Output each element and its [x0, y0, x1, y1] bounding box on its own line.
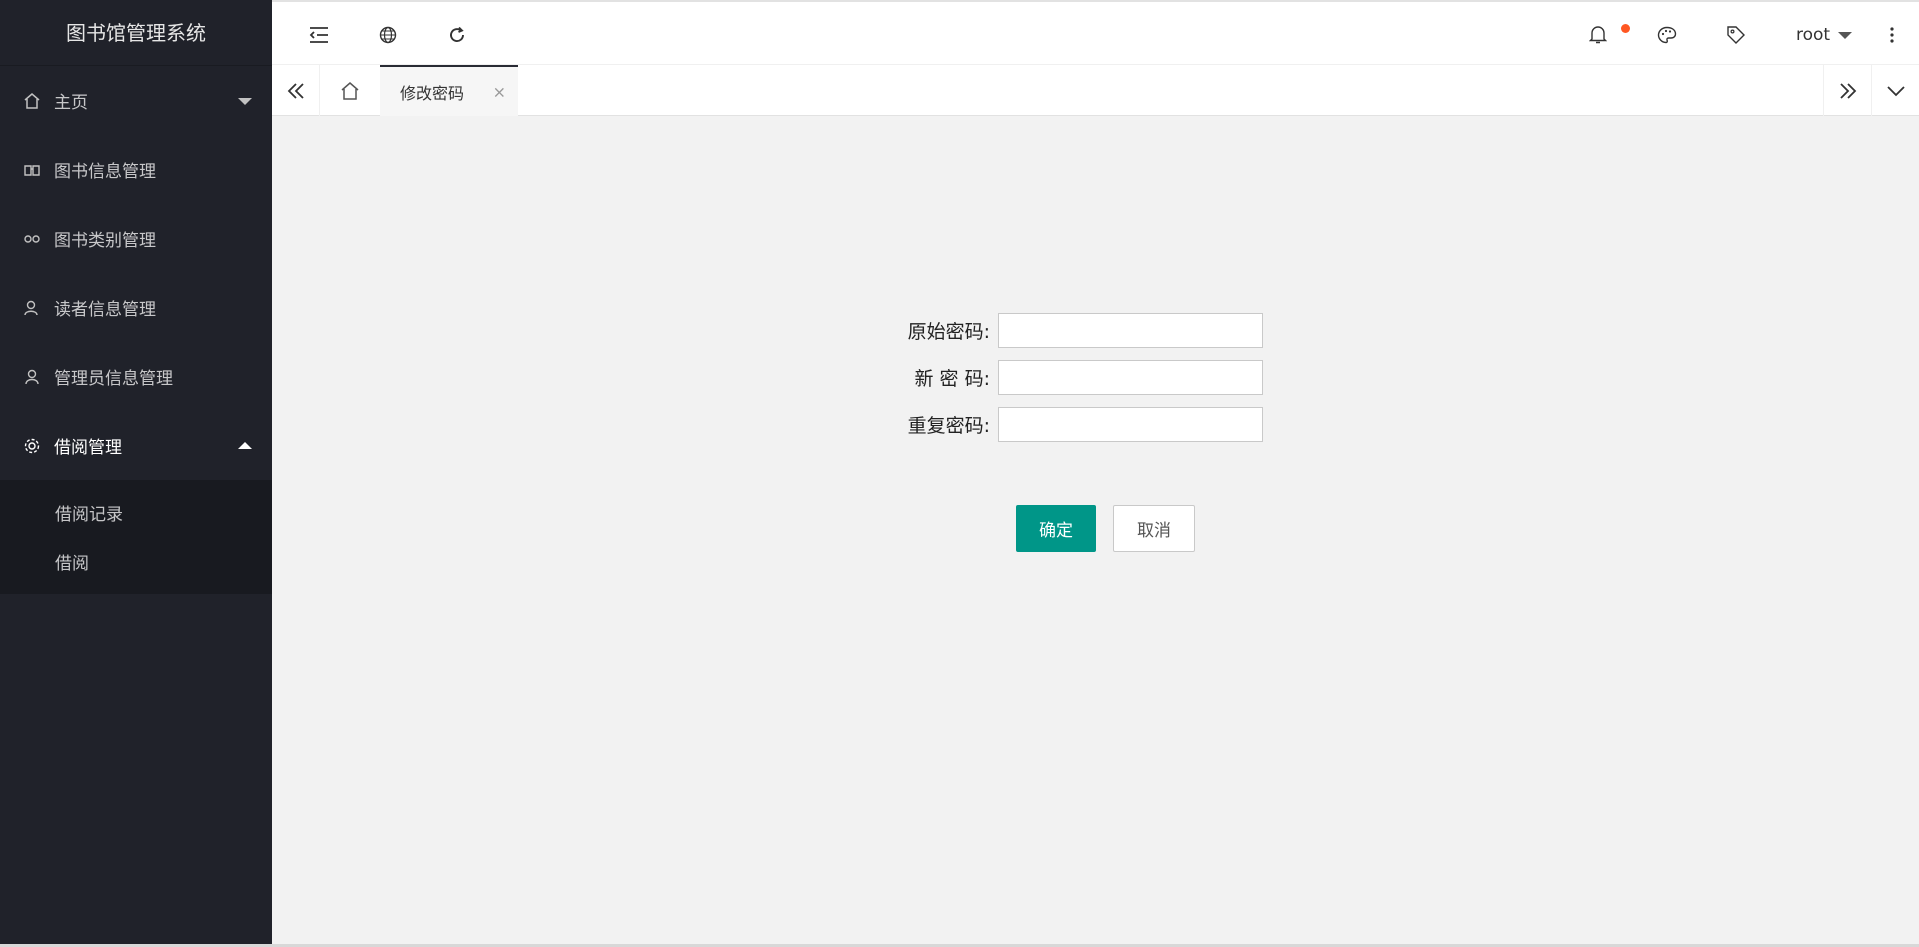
bell-icon — [1589, 25, 1607, 45]
tab-scroll-right-button[interactable] — [1823, 65, 1871, 116]
sidebar-subitem-borrow[interactable]: 借阅 — [0, 537, 272, 586]
sidebar-item-label: 图书信息管理 — [54, 162, 156, 182]
sidebar-item-label: 主页 — [54, 93, 88, 113]
tab-home[interactable] — [320, 65, 380, 116]
sidebar-item-reader-info[interactable]: 读者信息管理 — [0, 273, 272, 342]
cancel-button[interactable]: 取消 — [1113, 505, 1195, 552]
collapse-menu-icon — [309, 26, 329, 44]
double-chevron-left-icon — [287, 82, 305, 99]
refresh-icon — [448, 26, 466, 44]
sidebar-item-borrow-management[interactable]: 借阅管理 — [0, 411, 272, 480]
repeat-password-row: 重复密码: — [906, 407, 1263, 442]
close-icon[interactable]: × — [493, 82, 506, 101]
sidebar-subitem-borrow-records[interactable]: 借阅记录 — [0, 488, 272, 537]
sidebar-item-label: 读者信息管理 — [54, 300, 156, 320]
link-icon — [22, 229, 42, 249]
tag-icon — [1726, 25, 1746, 45]
sidebar-item-home[interactable]: 主页 — [0, 66, 272, 135]
sidebar-item-label: 管理员信息管理 — [54, 369, 173, 389]
note-button[interactable] — [1711, 2, 1761, 67]
chevron-down-icon — [238, 97, 252, 105]
app-title: 图书馆管理系统 — [0, 0, 272, 66]
app-frame: 图书馆管理系统 主页 图书信息管理 图书类别管理 读者信息管理 管理员信息管理 … — [0, 0, 1919, 947]
theme-button[interactable] — [1642, 2, 1692, 67]
old-password-input[interactable] — [998, 313, 1263, 348]
tab-options-button[interactable] — [1871, 65, 1919, 116]
sidebar-item-admin-info[interactable]: 管理员信息管理 — [0, 342, 272, 411]
sidebar-item-book-category[interactable]: 图书类别管理 — [0, 204, 272, 273]
old-password-label: 原始密码: — [907, 321, 990, 343]
refresh-button[interactable] — [432, 2, 482, 67]
sidebar-subnav: 借阅记录 借阅 — [0, 480, 272, 594]
new-password-label: 新 密 码: — [914, 368, 990, 390]
home-icon — [22, 91, 42, 111]
top-header: root — [272, 0, 1919, 65]
notification-button[interactable] — [1573, 2, 1623, 67]
gear-icon — [22, 436, 42, 456]
sidebar-item-book-info[interactable]: 图书信息管理 — [0, 135, 272, 204]
tab-change-password[interactable]: 修改密码 × — [380, 65, 518, 116]
more-vertical-icon — [1889, 26, 1895, 44]
confirm-button[interactable]: 确定 — [1016, 505, 1096, 552]
new-password-row: 新 密 码: — [906, 360, 1263, 395]
home-icon — [340, 81, 360, 101]
reader-icon — [22, 298, 42, 318]
tab-bar: 修改密码 × — [272, 65, 1919, 116]
book-icon — [22, 160, 42, 180]
chevron-up-icon — [238, 441, 252, 449]
new-password-input[interactable] — [998, 360, 1263, 395]
double-chevron-right-icon — [1839, 82, 1857, 99]
website-button[interactable] — [363, 2, 413, 67]
palette-icon — [1657, 26, 1677, 44]
user-icon — [22, 367, 42, 387]
repeat-password-input[interactable] — [998, 407, 1263, 442]
chevron-down-icon — [1886, 85, 1905, 97]
old-password-row: 原始密码: — [906, 313, 1263, 348]
user-name: root — [1796, 24, 1831, 45]
tab-label: 修改密码 — [400, 83, 465, 103]
tab-scroll-left-button[interactable] — [272, 65, 320, 116]
collapse-menu-button[interactable] — [294, 2, 344, 67]
repeat-password-label: 重复密码: — [907, 415, 990, 437]
notification-dot — [1621, 24, 1630, 33]
caret-down-icon — [1838, 32, 1853, 39]
globe-icon — [379, 26, 397, 44]
sidebar: 图书馆管理系统 主页 图书信息管理 图书类别管理 读者信息管理 管理员信息管理 … — [0, 0, 272, 947]
more-button[interactable] — [1872, 2, 1912, 67]
user-menu[interactable]: root — [1796, 2, 1853, 67]
sidebar-item-label: 图书类别管理 — [54, 231, 156, 251]
main-content: 原始密码: 新 密 码: 重复密码: 确定 取消 — [272, 116, 1919, 947]
sidebar-item-label: 借阅管理 — [54, 438, 122, 458]
